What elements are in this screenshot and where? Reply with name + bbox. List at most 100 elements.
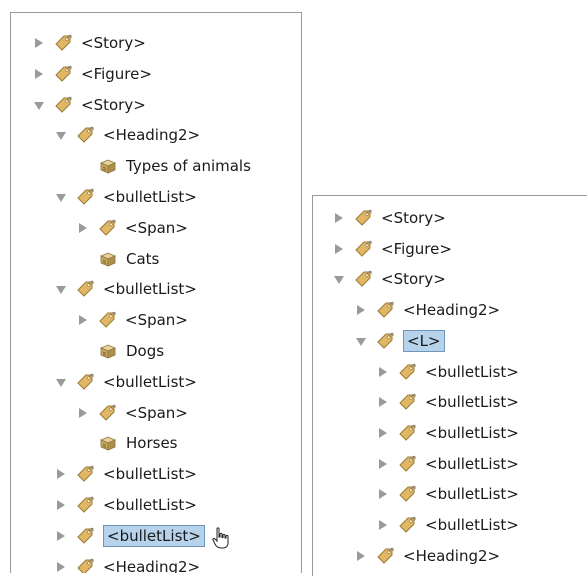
tag-icon (97, 218, 117, 238)
tree-node[interactable]: <Heading2> (55, 554, 200, 573)
node-label[interactable]: <Figure> (81, 64, 152, 84)
node-label[interactable]: <bulletList> (103, 464, 197, 484)
tree-node[interactable]: <L> (355, 328, 445, 354)
tree-node[interactable]: <bulletList> (377, 481, 519, 507)
node-label[interactable]: <Heading2> (103, 557, 200, 573)
text-content-node[interactable]: Horses (98, 430, 177, 456)
collapse-arrow-icon[interactable] (377, 519, 389, 531)
node-label[interactable]: <bulletList> (425, 454, 519, 474)
expand-arrow-icon[interactable] (55, 376, 67, 388)
tag-icon (397, 484, 417, 504)
tree-node[interactable]: <bulletList> (55, 369, 197, 395)
collapse-arrow-icon[interactable] (33, 37, 45, 49)
tree-node[interactable]: <Span> (77, 215, 188, 241)
node-label[interactable]: Cats (126, 249, 159, 269)
node-label[interactable]: <Heading2> (403, 300, 500, 320)
structure-panel-before: <Story> <Figure> <Story> <Heading2> Types of… (10, 12, 302, 573)
node-label[interactable]: <bulletList> (103, 187, 197, 207)
tree-node[interactable]: <bulletList> (55, 523, 205, 549)
tree-node[interactable]: <Story> (333, 266, 446, 292)
tree-node[interactable]: <bulletList> (55, 276, 197, 302)
tag-icon (75, 464, 95, 484)
tree-node[interactable]: <bulletList> (377, 451, 519, 477)
tag-icon (75, 557, 95, 573)
tag-icon (397, 454, 417, 474)
tag-icon (353, 208, 373, 228)
node-label[interactable]: <Heading2> (403, 546, 500, 566)
text-content-node[interactable]: Dogs (98, 338, 164, 364)
collapse-arrow-icon[interactable] (333, 243, 345, 255)
tag-icon (97, 403, 117, 423)
node-label[interactable]: <Span> (125, 218, 188, 238)
tree-node[interactable]: <bulletList> (377, 389, 519, 415)
node-label[interactable]: <bulletList> (425, 423, 519, 443)
node-label[interactable]: <bulletList> (425, 484, 519, 504)
tree-node[interactable]: <Story> (33, 30, 146, 56)
tag-icon (397, 423, 417, 443)
node-label[interactable]: <Story> (81, 95, 146, 115)
node-label[interactable]: <bulletList> (425, 392, 519, 412)
node-label[interactable]: <bulletList> (425, 515, 519, 535)
expand-arrow-icon[interactable] (55, 129, 67, 141)
node-label[interactable]: <Figure> (381, 239, 452, 259)
collapse-arrow-icon[interactable] (55, 468, 67, 480)
tree-node[interactable]: <Heading2> (55, 122, 200, 148)
node-label[interactable]: <Span> (125, 310, 188, 330)
text-content-node[interactable]: Cats (98, 246, 159, 272)
collapse-arrow-icon[interactable] (77, 314, 89, 326)
collapse-arrow-icon[interactable] (377, 396, 389, 408)
node-label[interactable]: <Story> (381, 269, 446, 289)
collapse-arrow-icon[interactable] (33, 68, 45, 80)
tag-icon (397, 362, 417, 382)
node-label[interactable]: <Span> (125, 403, 188, 423)
node-label[interactable]: <bulletList> (103, 372, 197, 392)
collapse-arrow-icon[interactable] (377, 427, 389, 439)
node-label[interactable]: <Story> (381, 208, 446, 228)
collapse-arrow-icon[interactable] (55, 499, 67, 511)
node-label[interactable]: <bulletList> (103, 495, 197, 515)
selected-node-label[interactable]: <L> (403, 329, 445, 352)
tree-node[interactable]: <Story> (33, 92, 146, 118)
collapse-arrow-icon[interactable] (377, 488, 389, 500)
expand-arrow-icon[interactable] (333, 273, 345, 285)
expand-arrow-icon[interactable] (55, 283, 67, 295)
node-label[interactable]: Types of animals (126, 156, 251, 176)
tree-node[interactable]: <Span> (77, 307, 188, 333)
node-label[interactable]: <Story> (81, 33, 146, 53)
collapse-arrow-icon[interactable] (77, 222, 89, 234)
collapse-arrow-icon[interactable] (355, 550, 367, 562)
tree-node[interactable]: <Figure> (333, 236, 452, 262)
tree-node[interactable]: <Heading2> (355, 543, 500, 569)
tree-node[interactable]: <Story> (333, 205, 446, 231)
tag-icon (353, 239, 373, 259)
expand-arrow-icon[interactable] (55, 191, 67, 203)
tree-node[interactable]: <bulletList> (377, 420, 519, 446)
expand-arrow-icon[interactable] (355, 335, 367, 347)
tree-node[interactable]: <bulletList> (377, 359, 519, 385)
node-label[interactable]: <bulletList> (103, 279, 197, 299)
collapse-arrow-icon[interactable] (377, 366, 389, 378)
collapse-arrow-icon[interactable] (377, 458, 389, 470)
node-label[interactable]: <bulletList> (425, 362, 519, 382)
text-content-node[interactable]: Types of animals (98, 153, 251, 179)
node-label[interactable]: Horses (126, 433, 177, 453)
selected-node-label[interactable]: <bulletList> (103, 524, 205, 547)
tree-node[interactable]: <Figure> (33, 61, 152, 87)
collapse-arrow-icon[interactable] (55, 530, 67, 542)
node-label[interactable]: Dogs (126, 341, 164, 361)
node-label[interactable]: <Heading2> (103, 125, 200, 145)
tree-node[interactable]: <bulletList> (55, 461, 197, 487)
tree-node[interactable]: <bulletList> (377, 512, 519, 538)
collapse-arrow-icon[interactable] (355, 304, 367, 316)
tree-node[interactable]: <Heading2> (355, 297, 500, 323)
collapse-arrow-icon[interactable] (333, 212, 345, 224)
collapse-arrow-icon[interactable] (55, 561, 67, 573)
tree-node[interactable]: <Span> (77, 400, 188, 426)
tree-node[interactable]: <bulletList> (55, 492, 197, 518)
expand-arrow-icon[interactable] (33, 99, 45, 111)
text-frame-icon (98, 341, 118, 361)
tag-icon (75, 526, 95, 546)
tag-icon (53, 33, 73, 53)
tree-node[interactable]: <bulletList> (55, 184, 197, 210)
collapse-arrow-icon[interactable] (77, 407, 89, 419)
